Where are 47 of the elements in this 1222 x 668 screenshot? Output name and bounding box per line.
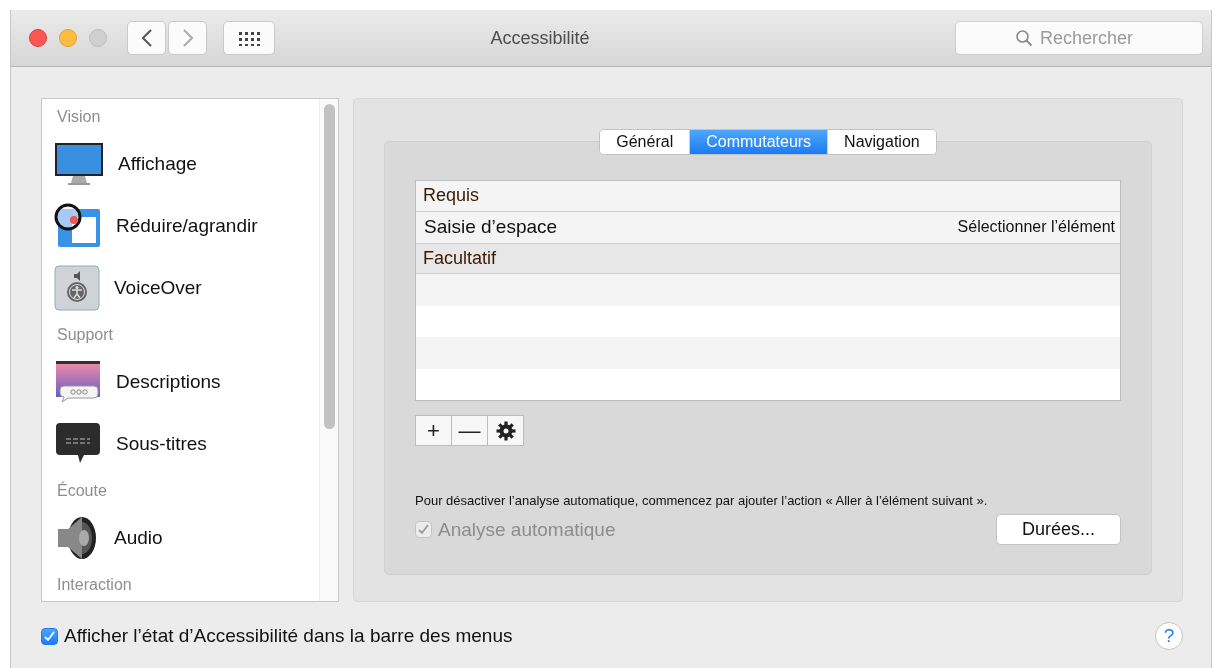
- chevron-left-icon: [140, 28, 153, 48]
- scrollbar-thumb[interactable]: [323, 104, 335, 429]
- search-field[interactable]: Rechercher: [955, 21, 1203, 55]
- checkbox-label: Analyse automatique: [438, 518, 616, 541]
- add-button[interactable]: +: [415, 415, 452, 446]
- sidebar-item[interactable]: Descriptions: [42, 351, 319, 413]
- sidebar-item-label: Sous-titres: [116, 433, 207, 455]
- help-button[interactable]: ?: [1155, 622, 1183, 650]
- sidebar-item-label: Affichage: [118, 153, 197, 175]
- remove-button[interactable]: —: [451, 415, 488, 446]
- show-all-button[interactable]: [223, 21, 275, 55]
- checkbox[interactable]: [41, 627, 58, 645]
- sidebar-item[interactable]: Réduire/agrandir: [42, 195, 319, 257]
- search-icon: [1015, 29, 1033, 47]
- close-button[interactable]: [29, 29, 47, 47]
- sidebar-item[interactable]: Audio: [42, 507, 319, 569]
- sidebar-item-label: Réduire/agrandir: [116, 215, 258, 237]
- sidebar-item-label: Audio: [114, 527, 163, 549]
- switch-name: Saisie d’espace: [424, 216, 558, 239]
- section-header: Vision: [57, 108, 101, 126]
- options-button[interactable]: [487, 415, 524, 446]
- group-header: Facultatif: [416, 243, 1120, 275]
- grid-icon: [238, 30, 260, 46]
- switch-action: Sélectionner l’élément: [957, 218, 1115, 237]
- window-title: Accessibilité: [489, 27, 591, 49]
- tab[interactable]: Général: [600, 130, 691, 154]
- sidebar-item[interactable]: VoiceOver: [42, 257, 319, 319]
- back-button[interactable]: [127, 21, 166, 55]
- gear-icon: [495, 420, 516, 441]
- caption-bubble-icon: [54, 359, 102, 405]
- sidebar-item[interactable]: Sous-titres: [42, 413, 319, 475]
- section-header: Écoute: [57, 482, 107, 500]
- magnifier-window-icon: [54, 203, 102, 249]
- section-header: Interaction: [57, 576, 132, 594]
- durations-button[interactable]: Durées...: [996, 514, 1121, 545]
- sidebar-item-label: Descriptions: [116, 371, 221, 393]
- chevron-right-icon: [181, 28, 194, 48]
- accessibility-icon: [54, 265, 100, 311]
- sidebar-item[interactable]: Affichage: [42, 133, 319, 195]
- info-text: Pour désactiver l’analyse automatique, commencez par ajouter l’action « Aller à l’élément suivant ».: [415, 493, 989, 508]
- section-header: Support: [57, 326, 114, 344]
- checkbox-label: Afficher l’état d’Accessibilité dans la barre des menus: [64, 625, 513, 647]
- minimize-button[interactable]: [59, 29, 77, 47]
- monitor-icon: [54, 141, 104, 187]
- group-header: Requis: [416, 181, 1120, 212]
- sidebar-item-label: VoiceOver: [114, 277, 202, 299]
- table-row[interactable]: Saisie d’espace Sélectionner l’élément: [416, 211, 1120, 244]
